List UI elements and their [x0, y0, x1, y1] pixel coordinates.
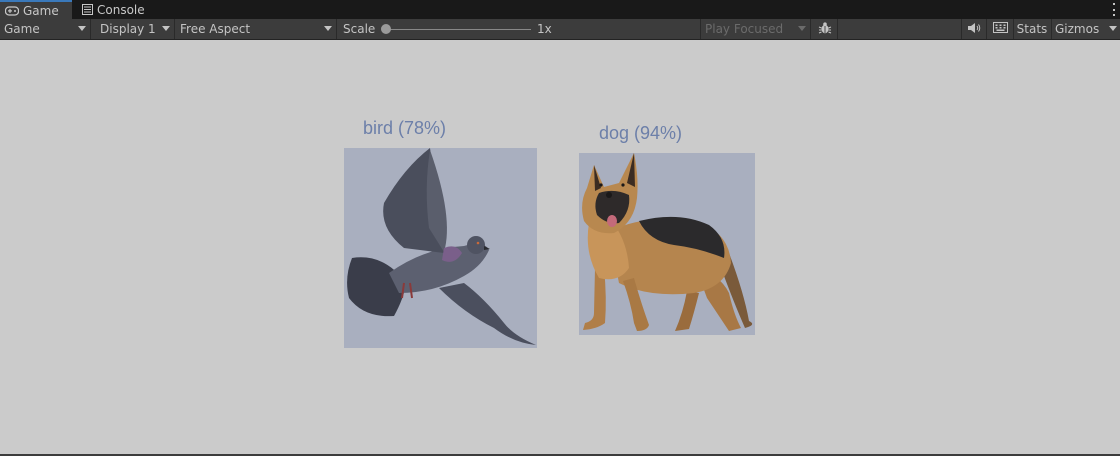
- gamepad-icon: [5, 5, 19, 16]
- chevron-down-icon: [798, 26, 806, 31]
- chevron-down-icon: [78, 26, 86, 31]
- debug-button[interactable]: [812, 19, 838, 39]
- aspect-dropdown-label: Free Aspect: [180, 22, 251, 36]
- tab-game-label: Game: [23, 3, 59, 18]
- chevron-down-icon: [1109, 26, 1117, 31]
- detection-box-bird: [344, 148, 537, 348]
- detection-label-dog: dog (94%): [599, 123, 683, 143]
- speaker-icon: [967, 22, 981, 37]
- console-icon: [82, 4, 93, 15]
- keyboard-icon: [992, 22, 1008, 36]
- chevron-down-icon: [162, 26, 170, 31]
- chevron-down-icon: [324, 26, 332, 31]
- tab-bar: Game Console: [0, 0, 1120, 19]
- game-toolbar: Game Display 1 Free Aspect Scale 1x Play…: [0, 19, 1120, 40]
- display-dropdown[interactable]: Display 1: [95, 19, 175, 39]
- play-focused-dropdown[interactable]: Play Focused: [701, 19, 811, 39]
- scale-label: Scale: [343, 22, 376, 36]
- more-options-icon[interactable]: [1112, 3, 1116, 16]
- bug-icon: [818, 21, 832, 38]
- play-focused-label: Play Focused: [705, 22, 784, 36]
- dog-image: [582, 153, 753, 331]
- stats-button[interactable]: Stats: [1014, 19, 1050, 39]
- tab-console[interactable]: Console: [82, 0, 145, 19]
- gizmos-label: Gizmos: [1055, 22, 1100, 36]
- detection-label-bird: bird (78%): [363, 118, 447, 138]
- scale-slider-track[interactable]: [386, 29, 531, 30]
- game-viewport[interactable]: [0, 40, 1120, 454]
- aspect-dropdown[interactable]: Free Aspect: [176, 19, 337, 39]
- gizmos-dropdown[interactable]: Gizmos: [1052, 19, 1120, 39]
- scale-slider-thumb[interactable]: [381, 24, 391, 34]
- stats-label: Stats: [1016, 22, 1048, 36]
- view-dropdown-label: Game: [4, 22, 40, 36]
- mute-audio-button[interactable]: [962, 19, 986, 39]
- tab-game[interactable]: Game: [0, 0, 72, 19]
- detection-box-dog: [579, 153, 755, 335]
- view-dropdown[interactable]: Game: [0, 19, 91, 39]
- tab-console-label: Console: [97, 2, 145, 17]
- shortcuts-button[interactable]: [987, 19, 1013, 39]
- display-dropdown-label: Display 1: [100, 22, 156, 36]
- scale-value: 1x: [537, 22, 552, 36]
- pigeon-image: [347, 148, 536, 345]
